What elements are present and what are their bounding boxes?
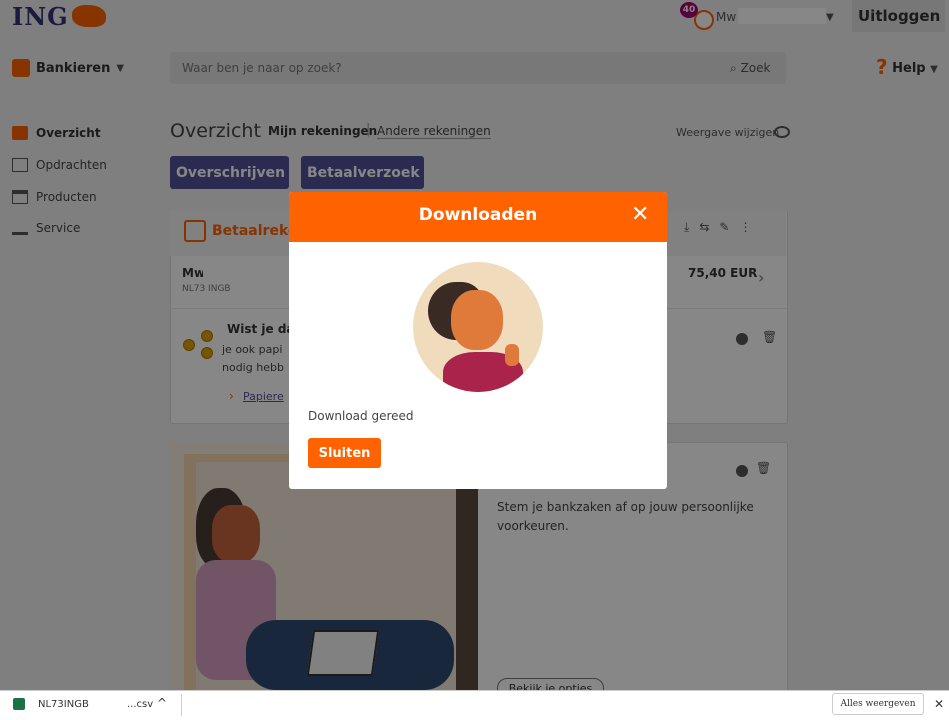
download-file-name[interactable]: NL73INGB: [38, 699, 89, 710]
excel-file-icon[interactable]: [13, 698, 25, 710]
download-modal: Downloaden ✕ Download gereed Sluiten: [289, 192, 667, 489]
download-status: Download gereed: [308, 409, 414, 423]
thumbs-up-icon: [505, 344, 519, 366]
close-icon[interactable]: ✕: [631, 202, 649, 227]
download-file-ext[interactable]: ...csv: [127, 699, 153, 710]
modal-title: Downloaden: [418, 205, 538, 225]
assistant-avatar: [413, 262, 543, 392]
show-all-downloads-button[interactable]: Alles weergeven: [832, 693, 924, 715]
divider: [181, 694, 182, 716]
avatar-face-illustration: [451, 290, 503, 350]
close-button[interactable]: Sluiten: [308, 438, 381, 468]
chevron-up-icon[interactable]: ^: [157, 696, 167, 710]
close-icon[interactable]: ✕: [934, 697, 944, 711]
